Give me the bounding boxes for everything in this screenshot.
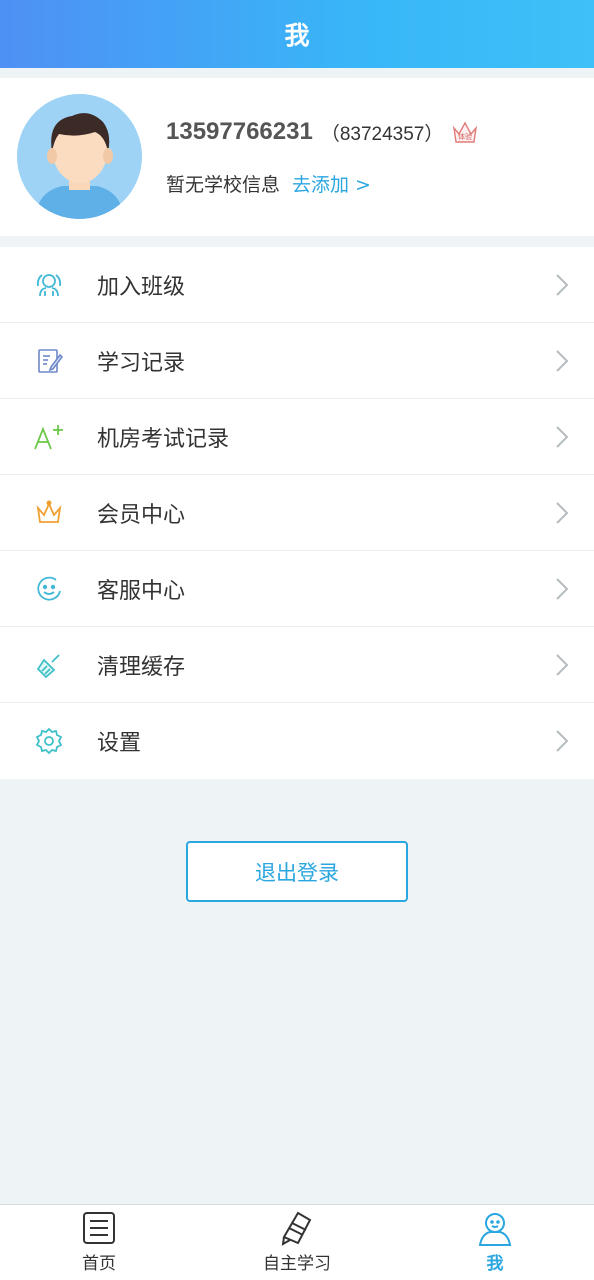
menu-item-label: 会员中心 xyxy=(97,502,186,528)
broom-icon xyxy=(32,648,66,682)
tab-label: 首页 xyxy=(82,1254,116,1274)
tab-self-study[interactable]: 自主学习 xyxy=(198,1205,396,1280)
tab-home[interactable]: 首页 xyxy=(0,1205,198,1280)
chevron-right-icon xyxy=(556,273,569,296)
profile-card[interactable]: 13597766231 （83724357） 体验 暂无学校信息 去添加 > xyxy=(0,78,594,236)
vip-badge-text: 体验 xyxy=(458,132,472,141)
school-info: 暂无学校信息 xyxy=(166,174,281,196)
gear-icon xyxy=(32,724,66,758)
chevron-right-icon xyxy=(556,349,569,372)
menu-item-join-class[interactable]: 加入班级 xyxy=(0,247,594,323)
pencil-icon xyxy=(281,1211,312,1246)
vip-crown-icon[interactable]: 体验 xyxy=(451,119,479,145)
menu-item-study-record[interactable]: 学习记录 xyxy=(0,323,594,399)
menu-item-label: 客服中心 xyxy=(97,578,186,604)
menu-item-clear-cache[interactable]: 清理缓存 xyxy=(0,627,594,703)
avatar[interactable] xyxy=(17,94,142,219)
chevron-right-icon xyxy=(556,425,569,448)
user-id: （83724357） xyxy=(320,123,444,145)
menu-item-label: 清理缓存 xyxy=(97,654,186,680)
tab-me[interactable]: 我 xyxy=(396,1205,594,1280)
school-row: 暂无学校信息 去添加 > xyxy=(166,170,371,197)
menu-item-label: 设置 xyxy=(97,731,142,756)
person-icon xyxy=(478,1213,512,1246)
tab-label: 自主学习 xyxy=(263,1254,331,1274)
menu-item-exam-record[interactable]: 机房考试记录 xyxy=(0,399,594,475)
chevron-right-icon xyxy=(556,653,569,676)
page-title: 我 xyxy=(284,21,310,50)
smiley-icon xyxy=(32,572,66,606)
add-school-link[interactable]: 去添加 > xyxy=(292,170,371,197)
tab-label: 我 xyxy=(486,1254,504,1274)
crown-icon xyxy=(32,496,66,530)
exam-record-icon xyxy=(32,420,66,454)
phone-row: 13597766231 （83724357） 体验 xyxy=(166,118,479,146)
chevron-right-icon xyxy=(556,577,569,600)
home-list-icon xyxy=(83,1212,115,1244)
top-header: 我 xyxy=(0,0,594,68)
menu-item-label: 学习记录 xyxy=(97,350,186,376)
bottom-tab-bar: 首页 自主学习 我 xyxy=(0,1204,594,1280)
menu-item-label: 机房考试记录 xyxy=(97,426,230,452)
logout-button[interactable]: 退出登录 xyxy=(186,841,408,902)
chevron-right-icon xyxy=(556,501,569,524)
chevron-right-icon xyxy=(556,730,569,752)
menu-list: 加入班级 学习记录 机房考试记录 会员中心 客服中心 清理缓存 设置 xyxy=(0,247,594,779)
menu-item-customer-service[interactable]: 客服中心 xyxy=(0,551,594,627)
menu-item-vip-center[interactable]: 会员中心 xyxy=(0,475,594,551)
join-class-icon xyxy=(32,268,66,302)
menu-item-settings[interactable]: 设置 xyxy=(0,703,594,779)
menu-item-label: 加入班级 xyxy=(97,274,186,300)
phone-number: 13597766231 xyxy=(166,118,313,145)
study-record-icon xyxy=(32,344,66,378)
